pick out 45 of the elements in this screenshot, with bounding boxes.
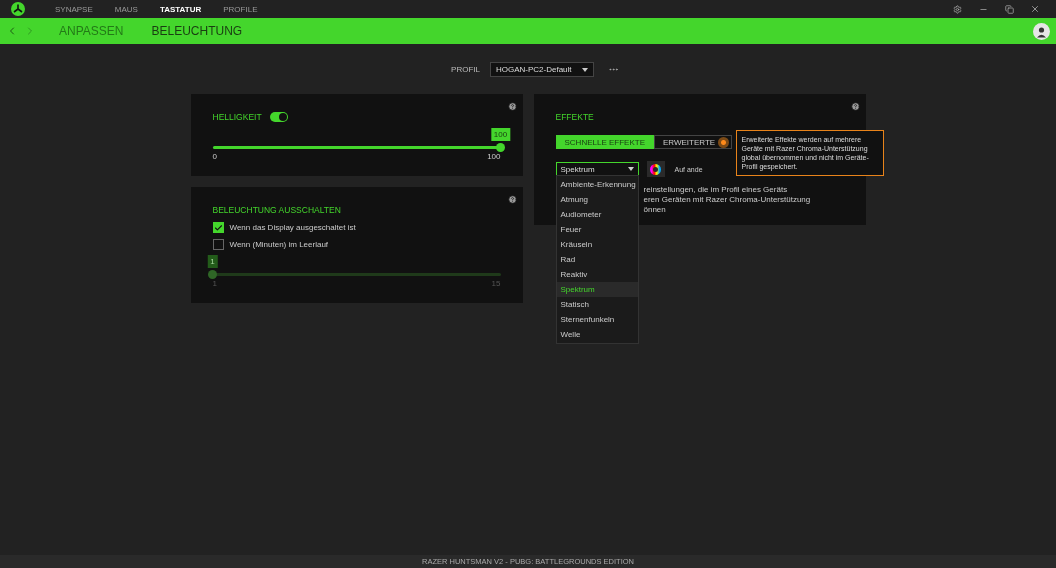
menu-item[interactable]: Ambiente-Erkennung xyxy=(556,177,638,192)
effects-tab[interactable]: SCHNELLE EFFEKTE xyxy=(555,135,654,149)
pulse-indicator xyxy=(718,137,730,148)
menu-item[interactable]: Sternenfunkeln xyxy=(556,312,638,327)
menu-item[interactable]: Spektrum xyxy=(556,282,638,297)
profile-dropdown[interactable]: HOGAN-PC2-Default xyxy=(489,62,594,77)
avatar-icon[interactable] xyxy=(1033,22,1050,40)
brightness-toggle[interactable] xyxy=(269,112,288,122)
menu-item[interactable]: Rad xyxy=(556,252,638,267)
menu-item[interactable]: Feuer xyxy=(556,222,638,237)
profile-label: PROFIL xyxy=(451,65,480,74)
menu-item[interactable]: Audiometer xyxy=(556,207,638,222)
help-icon[interactable] xyxy=(507,102,517,111)
caret-icon xyxy=(581,67,588,72)
nav-tab[interactable]: MAUS xyxy=(114,4,138,14)
nav-tab[interactable]: PROFILE xyxy=(223,4,258,14)
description-text: önnen xyxy=(643,205,667,215)
effects-tab[interactable]: ERWEITERTE xyxy=(653,135,733,149)
slider-max: 100 xyxy=(487,152,501,161)
slider-thumb[interactable] xyxy=(496,143,505,152)
slider-value: 1 xyxy=(207,255,218,268)
logo-icon[interactable] xyxy=(11,2,25,16)
effects-title: EFFEKTE xyxy=(555,112,594,122)
nav-tab[interactable]: TASTATUR xyxy=(159,4,202,14)
section-tab[interactable]: BELEUCHTUNG xyxy=(151,24,243,38)
checkbox-label: Wenn das Display ausgeschaltet ist xyxy=(229,223,356,232)
help-icon[interactable] xyxy=(850,102,860,111)
brightness-title: HELLIGKEIT xyxy=(212,112,262,122)
menu-item[interactable]: Atmung xyxy=(556,192,638,207)
description-text: eren Geräten mit Razer Chroma-Unterstützung xyxy=(643,195,812,205)
menu-item[interactable]: Statisch xyxy=(556,297,638,312)
menu-item[interactable]: Kräuseln xyxy=(556,237,638,252)
description-text: reinstellungen, die im Profil eines Geräts xyxy=(643,185,789,195)
checkbox[interactable] xyxy=(212,239,224,250)
color-wheel-button[interactable] xyxy=(646,161,665,177)
slider-value: 100 xyxy=(490,128,511,141)
checkbox-label: Wenn (Minuten) im Leerlauf xyxy=(229,240,329,249)
caret-icon xyxy=(627,167,634,171)
menu-item[interactable]: Reaktiv xyxy=(556,267,638,282)
nav-tab[interactable]: SYNAPSE xyxy=(55,4,93,14)
menu-item[interactable]: Welle xyxy=(556,327,638,342)
help-icon[interactable] xyxy=(507,195,517,204)
checkbox[interactable] xyxy=(212,222,224,233)
slider-min: 0 xyxy=(212,152,217,161)
lighting-off-title: BELEUCHTUNG AUSSCHALTEN xyxy=(212,205,341,215)
